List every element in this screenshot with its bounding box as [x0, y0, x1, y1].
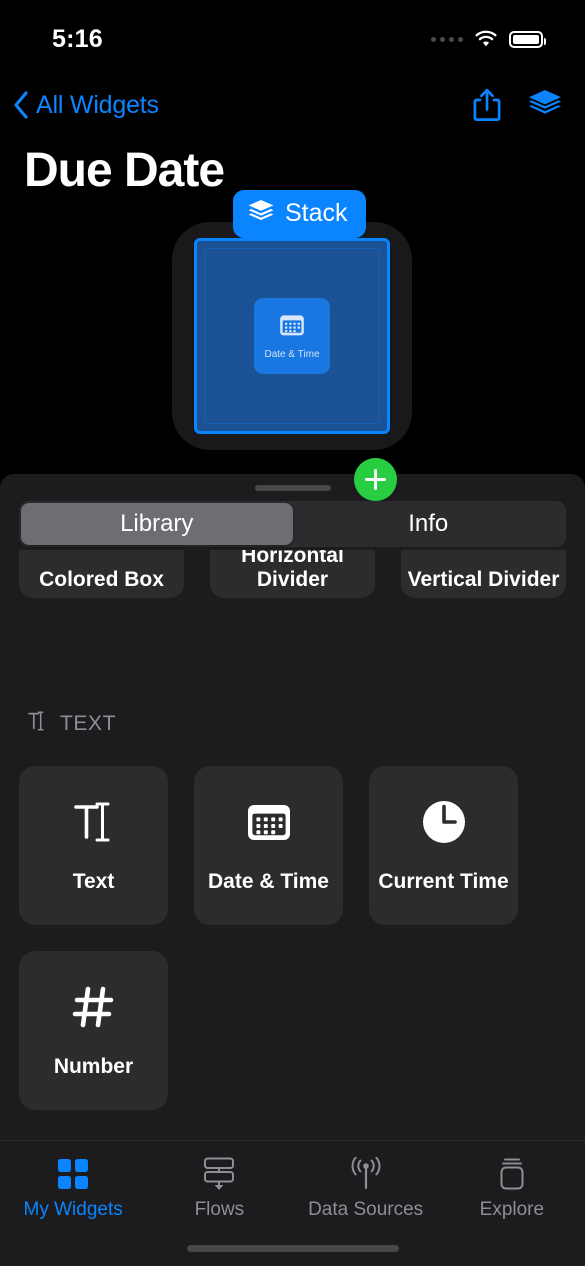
jar-icon — [495, 1157, 529, 1191]
library-card-colored-box[interactable]: Colored Box — [19, 550, 184, 598]
status-bar: 5:16 — [0, 0, 585, 62]
tab-library[interactable]: Library — [21, 503, 293, 545]
library-card-horizontal-divider[interactable]: Horizontal Divider — [210, 550, 375, 598]
library-sheet: Library Info Colored Box Horizontal Divi… — [0, 474, 585, 1140]
tab-label: Flows — [194, 1199, 245, 1220]
chevron-left-icon — [12, 90, 30, 120]
cellular-dots-icon — [431, 36, 463, 42]
library-card-vertical-divider[interactable]: Vertical Divider — [401, 550, 566, 598]
library-card-date-time[interactable]: Date & Time — [194, 766, 343, 925]
section-header-text: TEXT — [27, 710, 116, 737]
wifi-icon — [474, 30, 498, 48]
tab-info[interactable]: Info — [293, 503, 565, 545]
library-card-text[interactable]: Text — [19, 766, 168, 925]
tab-data-sources[interactable]: Data Sources — [293, 1157, 439, 1221]
library-card-current-time[interactable]: Current Time — [369, 766, 518, 925]
library-card-label: Number — [53, 1055, 134, 1078]
clock-icon — [421, 797, 467, 847]
widget-preview-frame[interactable]: Date & Time — [172, 222, 412, 450]
app-screen: 5:16 All Widgets Due Date Date & Time St… — [0, 0, 585, 1266]
flow-icon — [200, 1157, 238, 1191]
widget-preview-stage: Date & Time Stack — [0, 190, 585, 501]
library-card-label: Vertical Divider — [407, 568, 560, 592]
tab-label: My Widgets — [23, 1199, 123, 1220]
preview-element-label: Date & Time — [264, 348, 320, 360]
add-element-button[interactable] — [354, 458, 397, 501]
library-card-label: Text — [72, 870, 115, 893]
stack-badge-label: Stack — [285, 199, 348, 227]
grid-squares-icon — [57, 1157, 89, 1191]
tab-explore[interactable]: Explore — [439, 1157, 585, 1221]
library-card-number[interactable]: Number — [19, 951, 168, 1110]
calendar-icon — [246, 797, 292, 847]
text-cursor-icon — [27, 710, 47, 737]
tab-flows[interactable]: Flows — [146, 1157, 292, 1221]
status-bar-time: 5:16 — [52, 24, 103, 53]
section-header-label: TEXT — [60, 711, 117, 735]
sheet-segmented-control: Library Info — [19, 501, 566, 547]
sheet-drag-handle[interactable] — [254, 485, 331, 491]
tab-my-widgets[interactable]: My Widgets — [0, 1157, 146, 1221]
library-card-label: Date & Time — [208, 870, 329, 893]
broadcast-icon — [347, 1157, 385, 1191]
partial-card-row: Colored Box Horizontal Divider Vertical … — [0, 550, 585, 598]
hash-icon — [71, 982, 117, 1032]
tab-label: Data Sources — [308, 1199, 424, 1220]
back-button[interactable]: All Widgets — [12, 90, 159, 120]
widget-preview-canvas[interactable]: Date & Time — [194, 238, 390, 434]
status-bar-indicators — [431, 30, 546, 48]
layers-icon — [247, 198, 275, 229]
navigation-bar: All Widgets — [0, 78, 585, 132]
text-cursor-icon — [72, 797, 116, 847]
preview-element-date-time[interactable]: Date & Time — [254, 298, 330, 374]
library-card-label: Colored Box — [39, 568, 164, 592]
home-indicator — [186, 1245, 399, 1252]
page-title: Due Date — [24, 144, 225, 197]
tab-bar: My Widgets Flows Data Sources Explore — [0, 1140, 585, 1266]
back-button-label: All Widgets — [36, 90, 159, 119]
library-card-label: Horizontal Divider — [241, 550, 344, 592]
share-icon[interactable] — [469, 86, 505, 124]
battery-full-icon — [509, 30, 546, 48]
library-card-label: Current Time — [378, 870, 509, 893]
library-card-grid: Text Date & Time Current Time Number — [19, 766, 566, 1110]
layers-icon[interactable] — [527, 86, 563, 124]
navigation-actions — [469, 86, 563, 124]
stack-badge[interactable]: Stack — [233, 190, 366, 238]
calendar-icon — [279, 313, 305, 342]
library-scroll-area[interactable]: Colored Box Horizontal Divider Vertical … — [0, 550, 585, 1140]
tab-label: Explore — [479, 1199, 545, 1220]
